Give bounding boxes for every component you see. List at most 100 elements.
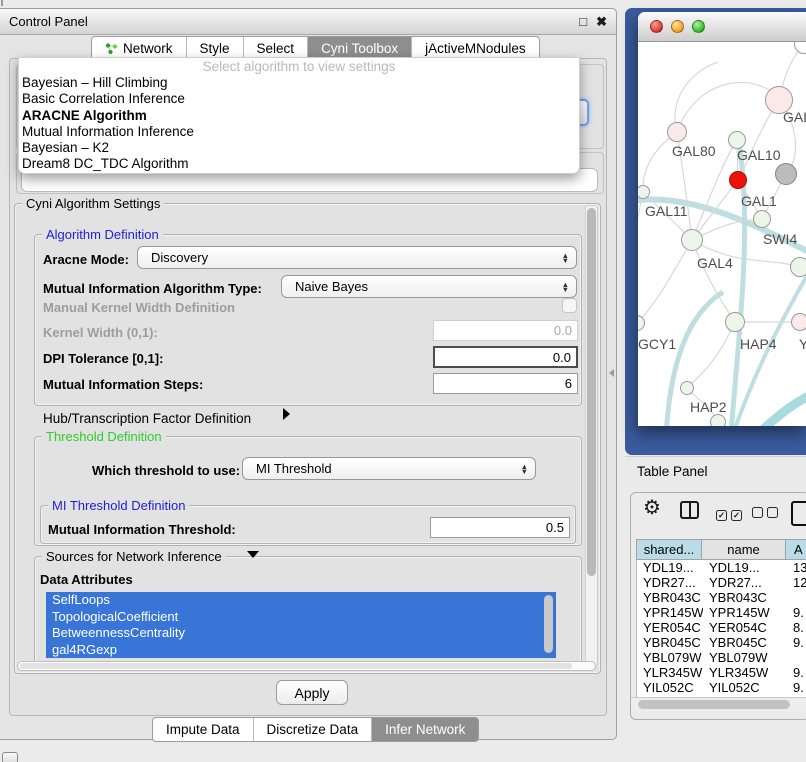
tab-infer-network[interactable]: Infer Network (372, 718, 478, 741)
splitter-handle[interactable] (609, 369, 614, 377)
table-horizontal-scrollbar[interactable] (631, 697, 806, 712)
mi-threshold-field[interactable]: 0.5 (430, 517, 570, 538)
dpi-tolerance-label: DPI Tolerance [0,1]: (43, 351, 163, 366)
control-panel-titlebar: Control Panel □ ✖ (0, 9, 616, 35)
aracne-mode-combobox[interactable]: Discovery ▲▼ (137, 246, 577, 269)
expander-arrow-right-icon[interactable] (283, 408, 290, 420)
network-node[interactable] (681, 229, 703, 251)
table-panel-title: Table Panel (637, 464, 708, 479)
dropdown-item[interactable]: Bayesian – K2 (19, 140, 579, 156)
table-row[interactable]: YDL19... YDL19... 13 (637, 560, 806, 575)
node-label: HAP2 (690, 399, 727, 415)
table-row[interactable]: YDR27... YDR27... 12 (637, 575, 806, 590)
scrollbar-thumb[interactable] (587, 208, 596, 576)
network-node[interactable] (775, 163, 797, 185)
dropdown-item[interactable]: Dream8 DC_TDC Algorithm (19, 156, 579, 172)
network-node[interactable] (790, 257, 806, 277)
gear-icon[interactable]: ⚙ (643, 495, 661, 520)
scrollbar-thumb[interactable] (638, 700, 790, 709)
network-node-selected[interactable] (729, 171, 747, 189)
table-body[interactable]: YDL19... YDL19... 13 YDR27... YDR27... 1… (636, 560, 806, 697)
mi-steps-label: Mutual Information Steps: (43, 377, 203, 392)
table-row[interactable]: YIL052C YIL052C 9. (637, 680, 806, 695)
list-scrollbar-thumb[interactable] (544, 595, 553, 653)
table-row[interactable]: YPR145W YPR145W 9. (637, 605, 806, 620)
node-label: GAL4 (697, 255, 733, 271)
zoom-traffic-light[interactable] (692, 20, 705, 33)
network-window: GAL GAL80 GAL10 GAL11 GAL1 GAL4 SWI4 GCY… (638, 12, 806, 426)
table-panel-titlebar: Table Panel (625, 456, 806, 486)
node-label: GAL80 (672, 143, 716, 159)
algorithm-definition-title: Algorithm Definition (42, 227, 163, 242)
mi-threshold-label: Mutual Information Threshold: (48, 522, 236, 537)
close-traffic-light[interactable] (650, 20, 663, 33)
table-row[interactable]: YLR345W YLR345W 9. (637, 665, 806, 680)
dropdown-item[interactable]: Bayesian – Hill Climbing (19, 75, 579, 91)
table-row[interactable]: YBR043C YBR043C (637, 590, 806, 605)
close-window-icon[interactable]: ✖ (596, 15, 607, 28)
network-node[interactable] (725, 312, 745, 332)
minimize-traffic-light[interactable] (671, 20, 684, 33)
tab-impute-data[interactable]: Impute Data (153, 718, 254, 741)
data-attributes-label: Data Attributes (40, 572, 133, 587)
sheet-icon[interactable] (791, 501, 806, 526)
attribute-item-selected[interactable]: SelfLoops (46, 592, 556, 609)
attribute-item-selected[interactable]: gal4RGexp (46, 642, 556, 659)
network-canvas[interactable]: GAL GAL80 GAL10 GAL11 GAL1 GAL4 SWI4 GCY… (638, 42, 806, 426)
combo-stepper-icon: ▲▼ (562, 253, 569, 263)
column-header-name[interactable]: name (702, 539, 786, 560)
mi-threshold-title: MI Threshold Definition (48, 498, 189, 513)
aracne-mode-label: Aracne Mode: (43, 252, 129, 267)
split-view-icon[interactable] (680, 501, 699, 519)
apply-button[interactable]: Apply (276, 680, 348, 705)
desktop-icon[interactable] (2, 752, 18, 762)
dpi-tolerance-field[interactable]: 0.0 (433, 346, 578, 368)
settings-vertical-scrollbar[interactable] (585, 205, 598, 667)
cyni-settings-title: Cyni Algorithm Settings (22, 196, 164, 211)
node-label: HAP4 (740, 336, 777, 352)
which-threshold-combobox[interactable]: MI Threshold ▲▼ (242, 457, 536, 480)
node-label: GAL1 (741, 193, 777, 209)
dropdown-item-selected[interactable]: ARACNE Algorithm (19, 108, 579, 124)
dropdown-prompt: Select algorithm to view settings (19, 58, 579, 75)
float-window-icon[interactable]: □ (579, 15, 587, 28)
network-node[interactable] (667, 122, 687, 142)
column-header-clipped[interactable]: A (786, 539, 806, 560)
column-header-shared-name[interactable]: shared... (636, 539, 702, 560)
mi-steps-field[interactable]: 6 (433, 373, 578, 394)
attribute-item-selected[interactable]: BetweennessCentrality (46, 625, 556, 642)
attribute-item-selected[interactable]: TopologicalCoefficient (46, 609, 556, 626)
desktop: Control Panel □ ✖ Network Style Sele (0, 0, 806, 762)
dropdown-item[interactable]: Basic Correlation Inference (19, 91, 579, 107)
node-label: GAL (783, 109, 806, 125)
threshold-definition-title: Threshold Definition (42, 429, 166, 444)
deselect-all-icon[interactable] (752, 505, 782, 523)
table-row[interactable]: YBL079W YBL079W (637, 650, 806, 665)
manual-kernel-width-label: Manual Kernel Width Definition (43, 300, 235, 315)
mi-algorithm-type-label: Mutual Information Algorithm Type: (43, 281, 262, 296)
expander-arrow-down-icon[interactable] (247, 551, 259, 558)
select-all-icon[interactable]: ✓✓ (716, 505, 746, 523)
tab-discretize-data[interactable]: Discretize Data (254, 718, 373, 741)
network-node[interactable] (680, 381, 694, 395)
dropdown-item[interactable]: Mutual Information Inference (19, 124, 579, 140)
settings-horizontal-scrollbar[interactable] (17, 661, 596, 671)
network-node[interactable] (710, 414, 726, 426)
node-label: GAL10 (737, 147, 781, 163)
data-attributes-list[interactable]: SelfLoops TopologicalCoefficient Between… (46, 592, 556, 658)
manual-kernel-width-checkbox[interactable] (562, 298, 577, 313)
combo-stepper-icon: ▲▼ (562, 282, 569, 292)
node-label: SWI4 (763, 231, 797, 247)
corner-tick (1, 0, 3, 6)
bottom-tabbar: Impute Data Discretize Data Infer Networ… (152, 717, 479, 742)
algorithm-dropdown-list: Select algorithm to view settings Bayesi… (18, 57, 580, 174)
network-node[interactable] (791, 313, 806, 331)
table-row[interactable]: YBR045C YBR045C 9. (637, 635, 806, 650)
network-node[interactable] (753, 210, 771, 228)
scrollbar-thumb[interactable] (20, 663, 572, 669)
combo-stepper-icon: ▲▼ (521, 464, 528, 474)
mi-algorithm-type-combobox[interactable]: Naive Bayes ▲▼ (281, 275, 577, 298)
table-row[interactable]: YER054C YER054C 8. (637, 620, 806, 635)
table-header: shared... name A (636, 539, 806, 560)
hub-definition-expander[interactable]: Hub/Transcription Factor Definition (43, 411, 251, 426)
